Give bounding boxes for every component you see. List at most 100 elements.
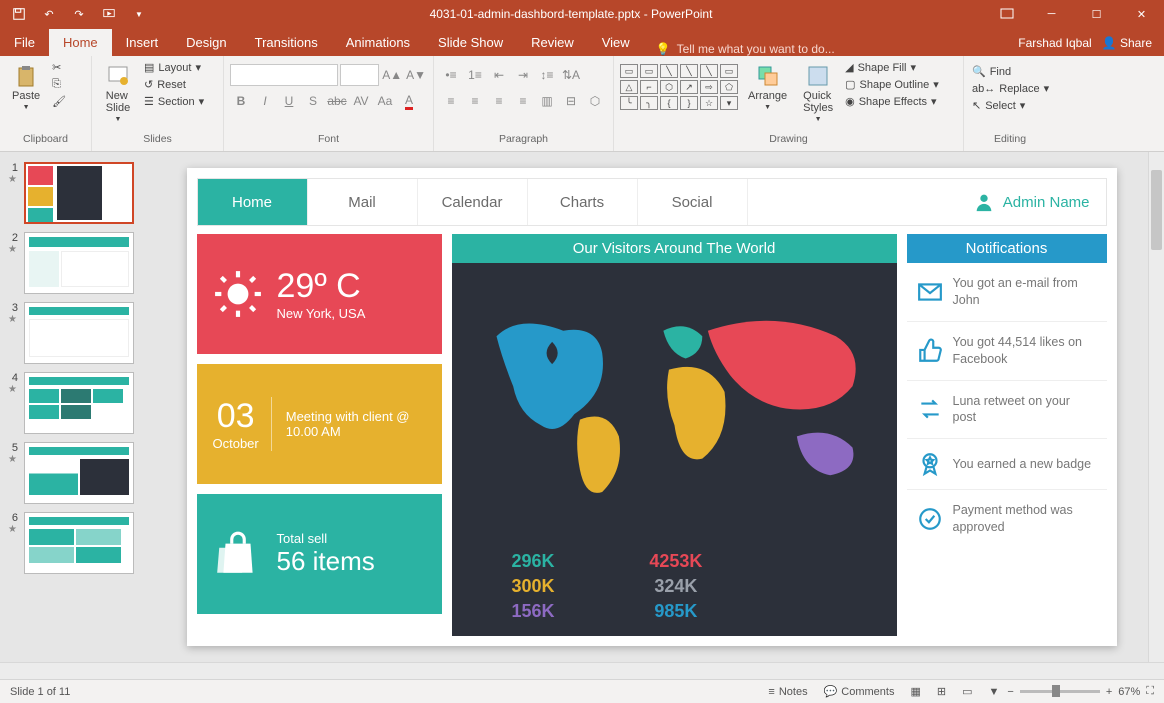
fit-to-window-icon[interactable]: ⛶ [1146,685,1154,698]
arrange-button[interactable]: Arrange▼ [742,60,793,133]
bold-button[interactable]: B [230,90,252,112]
user-name[interactable]: Farshad Iqbal [1018,36,1091,50]
dashboard-tab-calendar[interactable]: Calendar [418,179,528,225]
notification-item: You earned a new badge [907,439,1107,490]
tab-home[interactable]: Home [49,29,112,56]
tab-animations[interactable]: Animations [332,29,424,56]
align-center-button[interactable]: ≡ [464,90,486,112]
font-size-select[interactable] [340,64,379,86]
clipboard-group-label: Clipboard [6,133,85,147]
layout-button[interactable]: ▤ Layout ▾ [142,60,206,75]
tab-slideshow[interactable]: Slide Show [424,29,517,56]
numbering-button[interactable]: 1≡ [464,64,486,86]
zoom-level[interactable]: 67% [1118,686,1140,698]
tab-transitions[interactable]: Transitions [241,29,332,56]
format-painter-button[interactable]: 🖌 [50,94,68,109]
paste-button[interactable]: Paste▼ [6,60,46,133]
minimize-icon[interactable]: ─ [1029,0,1074,28]
admin-profile[interactable]: Admin Name [957,179,1106,225]
slide-content: Home Mail Calendar Charts Social Admin N… [187,168,1117,646]
stat-2: 4253K [606,551,745,572]
tab-file[interactable]: File [0,29,49,56]
slideshow-view-icon[interactable]: ▼ [981,686,1008,698]
reading-view-icon[interactable]: ▭ [954,685,980,698]
find-button[interactable]: 🔍 Find [970,64,1050,79]
reset-button[interactable]: ↺ Reset [142,77,206,92]
dashboard-tab-social[interactable]: Social [638,179,748,225]
font-group-label: Font [230,133,427,147]
tell-me-search[interactable]: 💡 Tell me what you want to do... [656,42,835,56]
zoom-in-button[interactable]: + [1106,686,1112,698]
vertical-scrollbar[interactable] [1148,152,1164,662]
tab-review[interactable]: Review [517,29,588,56]
shape-effects-button[interactable]: ◉ Shape Effects ▾ [843,94,941,109]
text-direction-button[interactable]: ⇅A [560,64,582,86]
notes-button[interactable]: ≡ Notes [760,686,815,698]
justify-button[interactable]: ≡ [512,90,534,112]
redo-icon[interactable]: ↷ [66,1,92,27]
status-bar: Slide 1 of 11 ≡ Notes 💬 Comments ▦ ⊞ ▭ ▼… [0,679,1164,703]
tab-insert[interactable]: Insert [112,29,173,56]
shape-fill-button[interactable]: ◢ Shape Fill ▾ [843,60,941,75]
slide-thumbnail-6[interactable]: 6★ [0,508,155,578]
slide-thumbnail-4[interactable]: 4★ [0,368,155,438]
qat-dropdown-icon[interactable]: ▼ [126,1,152,27]
new-slide-button[interactable]: New Slide▼ [98,60,138,133]
normal-view-icon[interactable]: ▦ [902,685,928,698]
ribbon-display-icon[interactable] [984,0,1029,28]
dashboard-tab-home[interactable]: Home [198,179,308,225]
indent-increase-button[interactable]: ⇥ [512,64,534,86]
close-icon[interactable]: ✕ [1119,0,1164,28]
zoom-out-button[interactable]: − [1007,686,1013,698]
underline-button[interactable]: U [278,90,300,112]
window-title: 4031-01-admin-dashbord-template.pptx - P… [158,7,984,21]
slide-thumbnail-1[interactable]: 1★ [0,158,155,228]
align-text-button[interactable]: ⊟ [560,90,582,112]
line-spacing-button[interactable]: ↕≡ [536,64,558,86]
change-case-button[interactable]: Aa [374,90,396,112]
copy-button[interactable]: ⎘ [50,77,68,92]
increase-font-icon[interactable]: A▲ [381,64,403,86]
replace-button[interactable]: ab↔ Replace ▾ [970,81,1050,96]
shadow-button[interactable]: S [302,90,324,112]
tab-design[interactable]: Design [172,29,240,56]
align-right-button[interactable]: ≡ [488,90,510,112]
maximize-icon[interactable]: ☐ [1074,0,1119,28]
columns-button[interactable]: ▥ [536,90,558,112]
undo-icon[interactable]: ↶ [36,1,62,27]
shape-outline-button[interactable]: ▢ Shape Outline ▾ [843,77,941,92]
slide-thumbnails-panel[interactable]: 1★ 2★ 3★ 4★ 5★ 6★ [0,152,155,662]
save-icon[interactable] [6,1,32,27]
align-left-button[interactable]: ≡ [440,90,462,112]
slide-thumbnail-2[interactable]: 2★ [0,228,155,298]
italic-button[interactable]: I [254,90,276,112]
dashboard-tab-charts[interactable]: Charts [528,179,638,225]
horizontal-scrollbar[interactable] [0,662,1164,679]
shapes-gallery[interactable]: ▭▭╲╲╲▭ △⌐⬡↗⇨⬠ ╰╮{}☆▾ [620,60,738,133]
bullets-button[interactable]: •≡ [440,64,462,86]
cut-button[interactable]: ✂ [50,60,68,75]
comments-button[interactable]: 💬 Comments [816,685,903,698]
slide-thumbnail-3[interactable]: 3★ [0,298,155,368]
start-from-beginning-icon[interactable] [96,1,122,27]
section-button[interactable]: ☰ Section ▾ [142,94,206,109]
decrease-font-icon[interactable]: A▼ [405,64,427,86]
slide-canvas[interactable]: Home Mail Calendar Charts Social Admin N… [155,152,1148,662]
quick-styles-button[interactable]: Quick Styles▼ [797,60,839,133]
select-button[interactable]: ↖ Select ▾ [970,98,1050,113]
strikethrough-button[interactable]: abc [326,90,348,112]
font-family-select[interactable] [230,64,338,86]
slide-sorter-icon[interactable]: ⊞ [929,685,954,698]
drawing-group-label: Drawing [620,133,957,147]
indent-decrease-button[interactable]: ⇤ [488,64,510,86]
slide-thumbnail-5[interactable]: 5★ [0,438,155,508]
dashboard-tab-mail[interactable]: Mail [308,179,418,225]
spacing-button[interactable]: AV [350,90,372,112]
visitors-card: Our Visitors Around The World [452,234,897,636]
font-color-button[interactable]: A [398,90,420,112]
zoom-slider[interactable] [1020,690,1100,693]
tab-view[interactable]: View [588,29,644,56]
dashboard-tabs: Home Mail Calendar Charts Social Admin N… [197,178,1107,226]
share-button[interactable]: 👤 Share [1102,36,1152,50]
smartart-button[interactable]: ⬡ [584,90,606,112]
